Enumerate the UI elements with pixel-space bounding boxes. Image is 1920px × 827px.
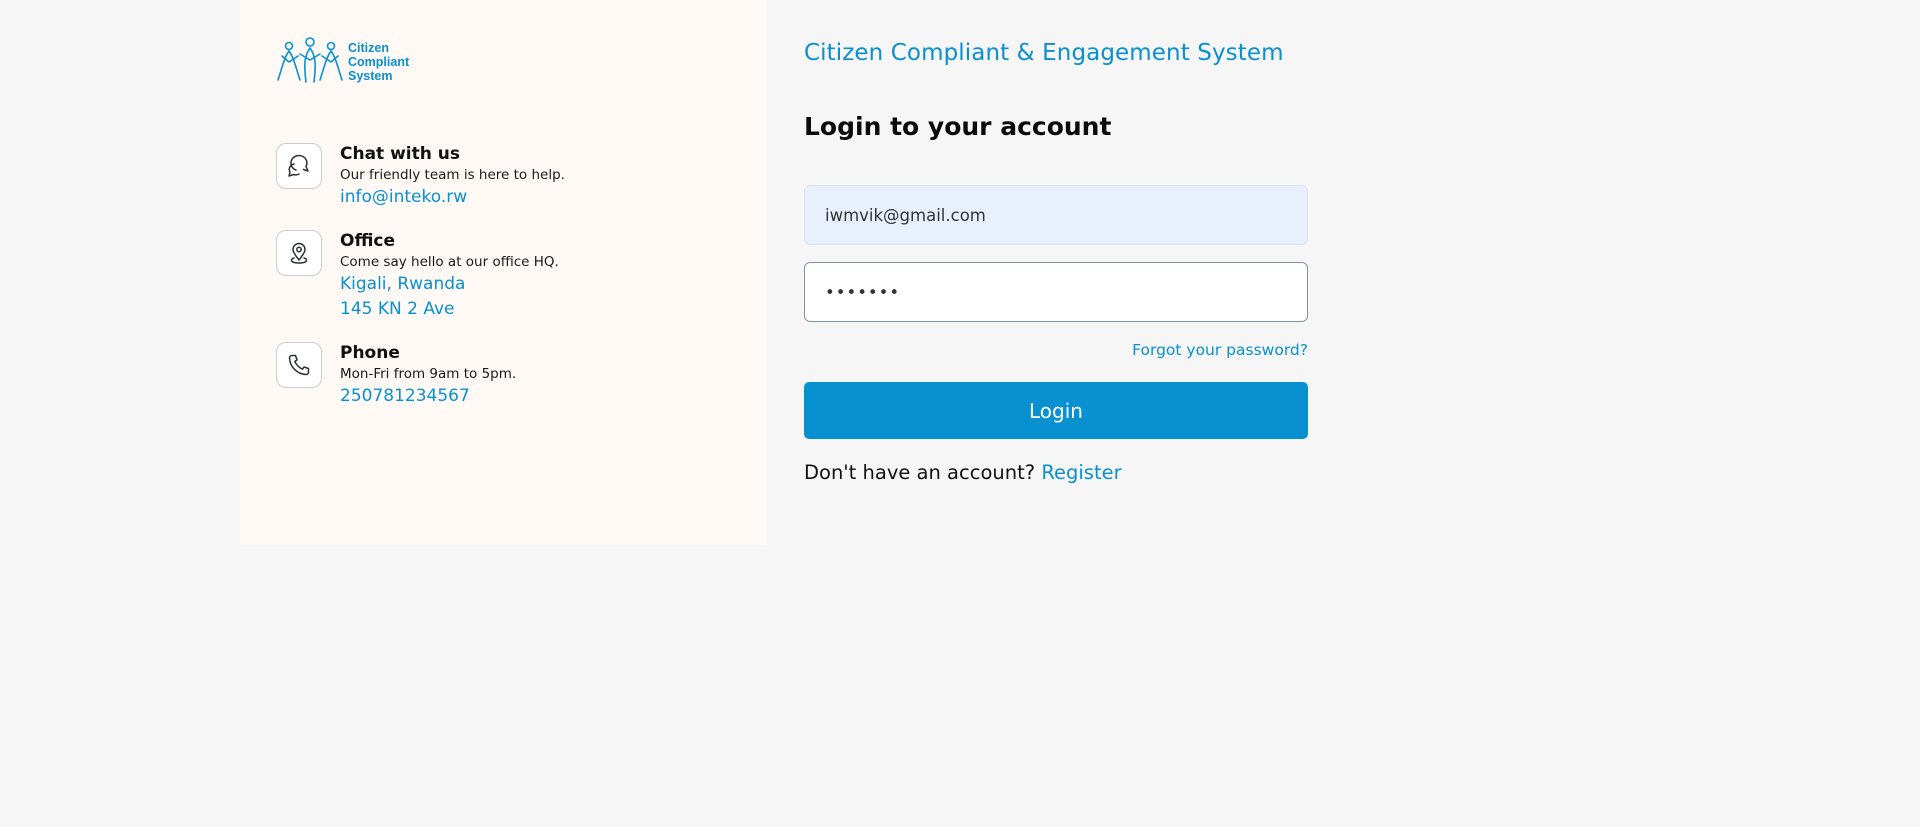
- office-city-link[interactable]: Kigali, Rwanda: [340, 272, 559, 297]
- logo-text-line: System: [348, 69, 393, 83]
- logo-text-line: Compliant: [348, 55, 410, 69]
- contact-list: Chat with us Our friendly team is here t…: [276, 143, 565, 429]
- contact-subtitle: Mon-Fri from 9am to 5pm.: [340, 366, 517, 382]
- contact-item-office: Office Come say hello at our office HQ. …: [276, 230, 565, 322]
- contact-text: Phone Mon-Fri from 9am to 5pm. 250781234…: [340, 342, 516, 409]
- email-field[interactable]: [804, 185, 1308, 245]
- password-field[interactable]: [804, 262, 1308, 322]
- email-link[interactable]: info@inteko.rw: [340, 185, 565, 210]
- contact-item-phone: Phone Mon-Fri from 9am to 5pm. 250781234…: [276, 342, 565, 409]
- phone-link[interactable]: 250781234567: [340, 384, 516, 409]
- phone-icon: [276, 342, 322, 388]
- logo-text-line: Citizen: [348, 41, 389, 55]
- contact-title: Office: [340, 231, 396, 251]
- contact-title: Chat with us: [340, 144, 460, 164]
- contact-text: Office Come say hello at our office HQ. …: [340, 230, 559, 322]
- logo-text: Citizen Compliant System: [348, 41, 428, 83]
- page-title: Login to your account: [804, 112, 1112, 141]
- contact-item-chat: Chat with us Our friendly team is here t…: [276, 143, 565, 210]
- logo[interactable]: Citizen Compliant System: [276, 36, 428, 88]
- chat-bubbles-icon: [276, 143, 322, 189]
- register-prompt: Don't have an account? Register: [804, 461, 1122, 484]
- contact-subtitle: Our friendly team is here to help.: [340, 167, 565, 183]
- contact-text: Chat with us Our friendly team is here t…: [340, 143, 565, 210]
- people-logo-icon: [276, 36, 344, 88]
- register-link[interactable]: Register: [1041, 461, 1121, 484]
- login-page: Citizen Compliant System Chat with us Ou…: [0, 0, 1920, 827]
- contact-title: Phone: [340, 343, 400, 363]
- no-account-text: Don't have an account?: [804, 461, 1036, 484]
- login-button[interactable]: Login: [804, 382, 1308, 439]
- system-title: Citizen Compliant & Engagement System: [804, 40, 1284, 66]
- contact-subtitle: Come say hello at our office HQ.: [340, 254, 559, 270]
- office-address-link[interactable]: 145 KN 2 Ave: [340, 297, 559, 322]
- forgot-password-link[interactable]: Forgot your password?: [1132, 341, 1308, 359]
- location-pin-icon: [276, 230, 322, 276]
- contact-panel: Citizen Compliant System Chat with us Ou…: [240, 0, 766, 545]
